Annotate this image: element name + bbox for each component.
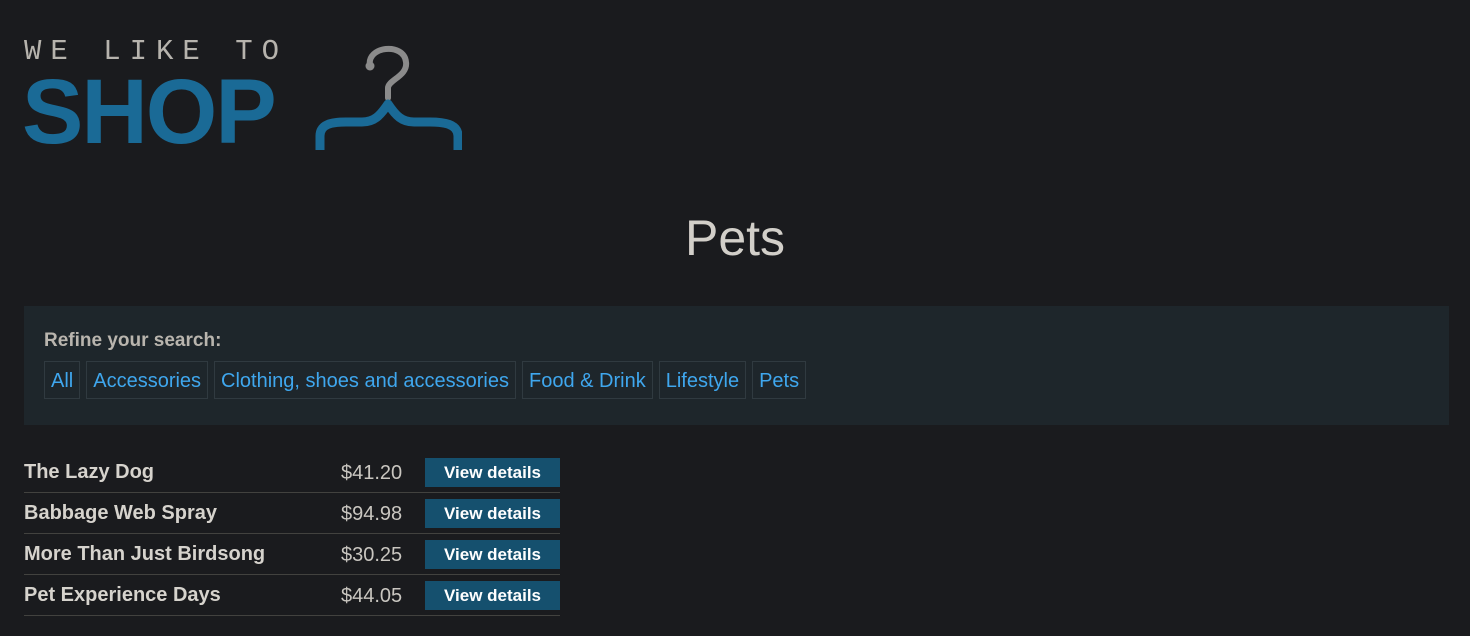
product-row: More Than Just Birdsong $30.25 View deta… [24, 534, 560, 575]
view-details-button[interactable]: View details [425, 540, 560, 569]
filter-link-all[interactable]: All [44, 361, 81, 399]
filter-link-accessories[interactable]: Accessories [86, 361, 209, 399]
product-price: $41.20 [341, 462, 403, 484]
page-title: Pets [684, 210, 786, 266]
product-price: $30.25 [341, 544, 403, 566]
product-row: Pet Experience Days $44.05 View details [24, 575, 560, 616]
hanger-icon [315, 45, 462, 150]
product-name: The Lazy Dog [24, 461, 155, 483]
view-details-button[interactable]: View details [425, 499, 560, 528]
category-filter-list: All Accessories Clothing, shoes and acce… [44, 361, 807, 399]
product-row: The Lazy Dog $41.20 View details [24, 452, 560, 493]
view-details-button[interactable]: View details [425, 458, 560, 487]
filter-link-clothing[interactable]: Clothing, shoes and accessories [214, 361, 516, 399]
product-name: Pet Experience Days [24, 584, 221, 606]
refine-search-panel: Refine your search: All Accessories Clot… [24, 306, 1449, 425]
product-price: $44.05 [341, 585, 403, 607]
product-list: The Lazy Dog $41.20 View details Babbage… [24, 452, 560, 616]
product-name: More Than Just Birdsong [24, 543, 266, 565]
logo-wordmark: SHOP [22, 61, 277, 163]
filter-link-pets[interactable]: Pets [752, 361, 807, 399]
product-row: Babbage Web Spray $94.98 View details [24, 493, 560, 534]
site-logo[interactable]: WE LIKE TO SHOP [22, 36, 472, 162]
page: WE LIKE TO SHOP Pets Refine your search:… [0, 0, 1470, 636]
filter-link-food-drink[interactable]: Food & Drink [522, 361, 653, 399]
view-details-button[interactable]: View details [425, 581, 560, 610]
product-price: $94.98 [341, 503, 403, 525]
filter-link-lifestyle[interactable]: Lifestyle [658, 361, 747, 399]
refine-search-label: Refine your search: [44, 330, 222, 351]
product-name: Babbage Web Spray [24, 502, 218, 524]
